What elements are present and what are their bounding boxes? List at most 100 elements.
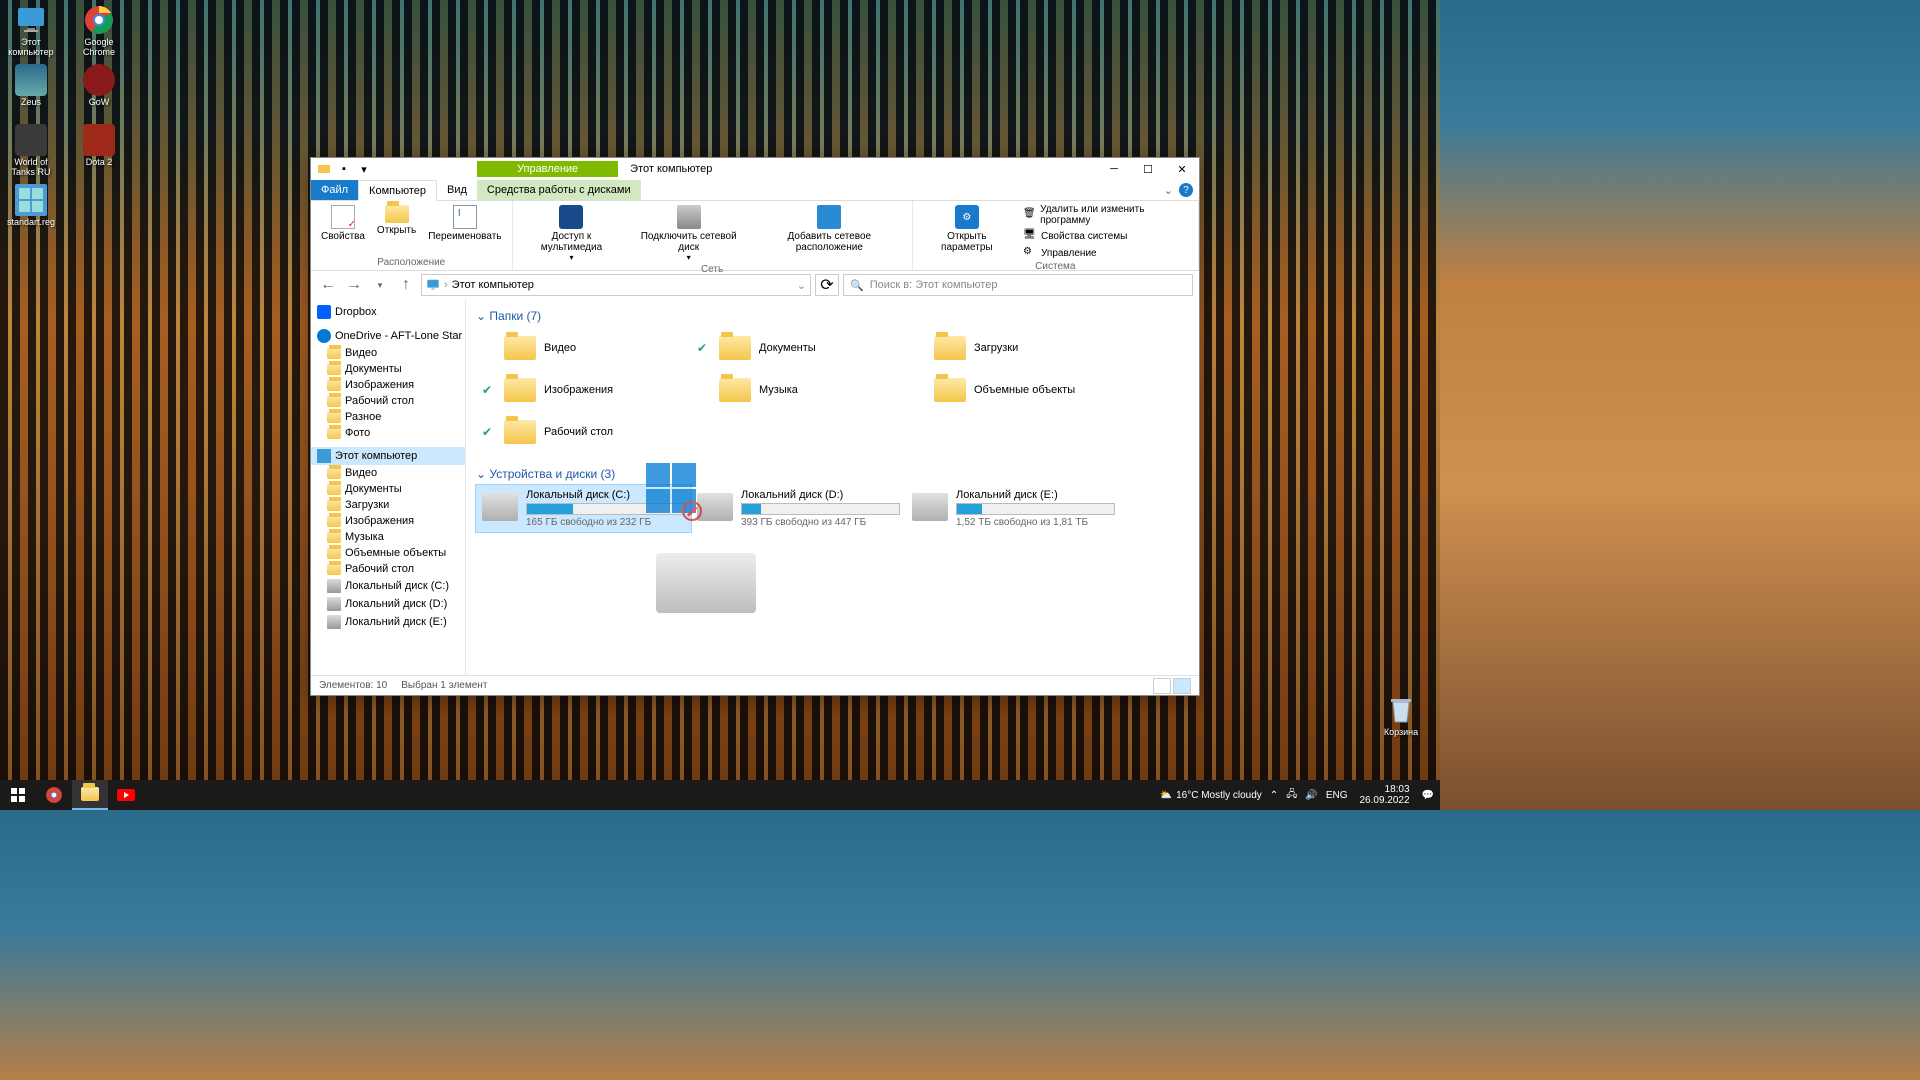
view-large-button[interactable] xyxy=(1173,678,1191,694)
nav-onedrive[interactable]: OneDrive - AFT-Lone Star Colle xyxy=(311,327,465,345)
nav-dropbox[interactable]: Dropbox xyxy=(311,303,465,321)
status-selected-count: Выбран 1 элемент xyxy=(401,680,487,691)
breadcrumb-this-pc[interactable]: Этот компьютер xyxy=(452,279,534,291)
taskbar-youtube[interactable] xyxy=(108,780,144,810)
folder-item[interactable]: Музыка xyxy=(691,369,906,411)
action-center-icon[interactable]: 💬 xyxy=(1422,790,1434,801)
nav-onedrive-child[interactable]: Разное xyxy=(311,409,465,425)
nav-thispc-child[interactable]: Локальный диск (C:) xyxy=(311,577,465,595)
tab-view[interactable]: Вид xyxy=(437,180,477,200)
properties-button[interactable]: ✓Свойства xyxy=(317,203,369,257)
desktop-icon-zeus[interactable]: Zeus xyxy=(2,62,60,120)
desktop-icon-recycle-bin[interactable]: Корзина xyxy=(1372,692,1430,750)
folder-item[interactable]: Объемные объекты xyxy=(906,369,1121,411)
address-bar[interactable]: › Этот компьютер ⌄ xyxy=(421,274,811,296)
nav-thispc-child[interactable]: Изображения xyxy=(311,513,465,529)
section-drives-header[interactable]: ⌄ Устройства и диски (3) xyxy=(476,463,1189,485)
drive-item[interactable]: Локальный диск (C:)165 ГБ свободно из 23… xyxy=(476,485,691,532)
refresh-button[interactable]: ⟳ xyxy=(815,274,839,296)
nav-thispc-child[interactable]: Рабочий стол xyxy=(311,561,465,577)
nav-thispc-child[interactable]: Документы xyxy=(311,481,465,497)
nav-onedrive-child[interactable]: Документы xyxy=(311,361,465,377)
explorer-app-icon[interactable] xyxy=(315,160,333,178)
weather-icon: ⛅ xyxy=(1160,790,1172,801)
desktop-icon-label: Zeus xyxy=(21,98,41,108)
qat-properties-icon[interactable]: ▪ xyxy=(335,160,353,178)
quick-access-toolbar: ▪ ▾ xyxy=(311,160,377,178)
chrome-icon xyxy=(83,4,115,36)
app-icon xyxy=(83,124,115,156)
taskbar-chrome[interactable] xyxy=(36,780,72,810)
nav-thispc-child[interactable]: Локальний диск (E:) xyxy=(311,613,465,631)
language-indicator[interactable]: ENG xyxy=(1326,790,1348,801)
media-access-button[interactable]: Доступ к мультимедиа▾ xyxy=(519,203,625,264)
drive-label: Локальний диск (E:) xyxy=(956,489,1115,501)
section-folders-header[interactable]: ⌄ Папки (7) xyxy=(476,305,1189,327)
sync-status-icon: ✔ xyxy=(697,341,711,355)
folder-item[interactable]: ✔Рабочий стол xyxy=(476,411,691,453)
nav-this-pc[interactable]: Этот компьютер xyxy=(311,447,465,465)
nav-thispc-child[interactable]: Загрузки xyxy=(311,497,465,513)
view-details-button[interactable] xyxy=(1153,678,1171,694)
desktop-icon-label: standart.reg xyxy=(7,218,55,228)
folder-item[interactable]: Видео xyxy=(476,327,691,369)
taskbar-clock[interactable]: 18:03 26.09.2022 xyxy=(1355,784,1413,807)
app-icon xyxy=(15,124,47,156)
taskbar-explorer[interactable] xyxy=(72,780,108,810)
close-button[interactable]: ✕ xyxy=(1165,158,1199,180)
desktop-icon-this-pc[interactable]: Этот компьютер xyxy=(2,2,60,60)
desktop-icon-regfile[interactable]: standart.reg xyxy=(2,182,60,240)
tray-overflow-icon[interactable]: ⌃ xyxy=(1270,790,1278,801)
nav-thispc-child[interactable]: Видео xyxy=(311,465,465,481)
system-properties-button[interactable]: 🖥Свойства системы xyxy=(1019,228,1192,244)
minimize-button[interactable]: ─ xyxy=(1097,158,1131,180)
forward-button[interactable]: → xyxy=(343,274,365,296)
nav-thispc-child[interactable]: Музыка xyxy=(311,529,465,545)
nav-onedrive-child[interactable]: Фото xyxy=(311,425,465,441)
weather-widget[interactable]: ⛅16°C Mostly cloudy xyxy=(1160,790,1262,801)
navigation-pane[interactable]: Dropbox OneDrive - AFT-Lone Star Colle В… xyxy=(311,299,466,675)
start-button[interactable] xyxy=(0,780,36,810)
map-drive-button[interactable]: Подключить сетевой диск▾ xyxy=(628,203,749,264)
rename-button[interactable]: IПереименовать xyxy=(424,203,505,257)
back-button[interactable]: ← xyxy=(317,274,339,296)
volume-icon[interactable]: 🔊 xyxy=(1305,790,1317,801)
qat-newfolder-icon[interactable]: ▾ xyxy=(355,160,373,178)
help-icon[interactable]: ? xyxy=(1179,183,1193,197)
folder-item[interactable]: Загрузки xyxy=(906,327,1121,369)
open-settings-button[interactable]: ⚙Открыть параметры xyxy=(919,203,1015,261)
open-button[interactable]: Открыть xyxy=(373,203,420,257)
desktop-icon-chrome[interactable]: Google Chrome xyxy=(70,2,128,60)
monitor-icon xyxy=(15,4,47,36)
drive-item[interactable]: Локальний диск (D:)393 ГБ свободно из 44… xyxy=(691,485,906,532)
content-pane[interactable]: ⌄ Папки (7) Видео✔ДокументыЗагрузки ✔Изоб… xyxy=(466,299,1199,675)
app-icon xyxy=(83,64,115,96)
nav-thispc-child[interactable]: Локальний диск (D:) xyxy=(311,595,465,613)
uninstall-program-button[interactable]: 🗑Удалить или изменить программу xyxy=(1019,203,1192,227)
recent-locations-button[interactable]: ▾ xyxy=(369,274,391,296)
drive-item[interactable]: Локальний диск (E:)1,52 ТБ свободно из 1… xyxy=(906,485,1121,532)
address-dropdown-icon[interactable]: ⌄ xyxy=(797,279,806,292)
folder-item[interactable]: ✔Изображения xyxy=(476,369,691,411)
desktop-icon-dota[interactable]: Dota 2 xyxy=(70,122,128,180)
titlebar[interactable]: ▪ ▾ Управление Этот компьютер ─ ☐ ✕ xyxy=(311,158,1199,180)
nav-onedrive-child[interactable]: Рабочий стол xyxy=(311,393,465,409)
folder-item[interactable]: ✔Документы xyxy=(691,327,906,369)
up-button[interactable]: ↑ xyxy=(395,274,417,296)
maximize-button[interactable]: ☐ xyxy=(1131,158,1165,180)
tab-drive-tools[interactable]: Средства работы с дисками xyxy=(477,180,641,200)
nav-thispc-child[interactable]: Объемные объекты xyxy=(311,545,465,561)
tab-computer[interactable]: Компьютер xyxy=(358,180,437,201)
desktop-icon-gow[interactable]: GoW xyxy=(70,62,128,120)
ribbon-collapse-icon[interactable]: ⌄ xyxy=(1164,184,1173,197)
desktop-icon-wot[interactable]: World of Tanks RU xyxy=(2,122,60,180)
ribbon-group-network: Доступ к мультимедиа▾ Подключить сетевой… xyxy=(513,201,913,270)
ribbon-tabs: Файл Компьютер Вид Средства работы с дис… xyxy=(311,180,1199,201)
nav-onedrive-child[interactable]: Видео xyxy=(311,345,465,361)
search-input[interactable]: 🔍 Поиск в: Этот компьютер xyxy=(843,274,1193,296)
add-network-location-button[interactable]: Добавить сетевое расположение xyxy=(753,203,906,264)
nav-onedrive-child[interactable]: Изображения xyxy=(311,377,465,393)
tab-file[interactable]: Файл xyxy=(311,180,358,200)
manage-button[interactable]: ⚙Управление xyxy=(1019,245,1192,261)
network-icon[interactable]: 🖧 xyxy=(1286,787,1297,804)
